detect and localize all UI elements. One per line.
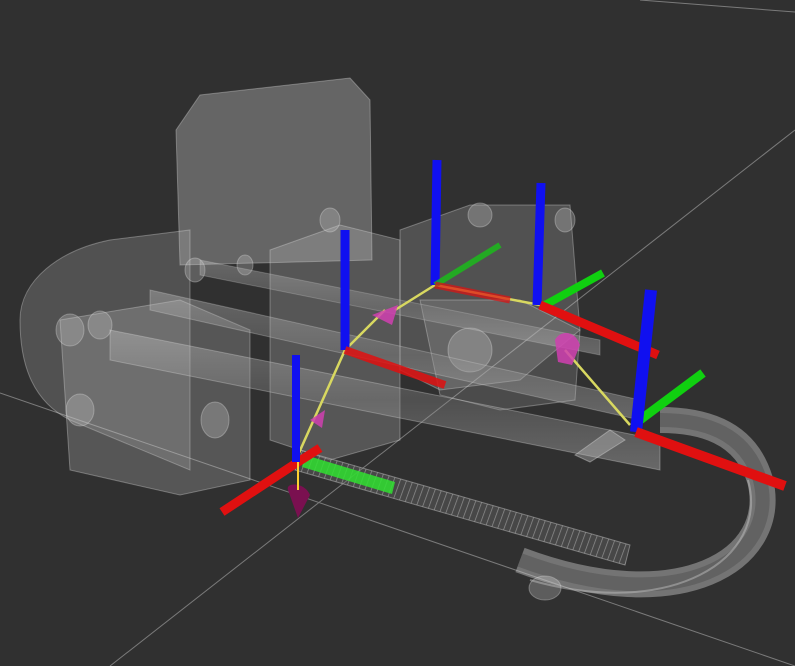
- scene-canvas[interactable]: [0, 0, 795, 666]
- 3d-viewport[interactable]: [0, 0, 795, 666]
- lead-screw[interactable]: [294, 449, 631, 566]
- frame-2-z-axis: [430, 159, 442, 286]
- frame-3-z-axis: [532, 182, 546, 306]
